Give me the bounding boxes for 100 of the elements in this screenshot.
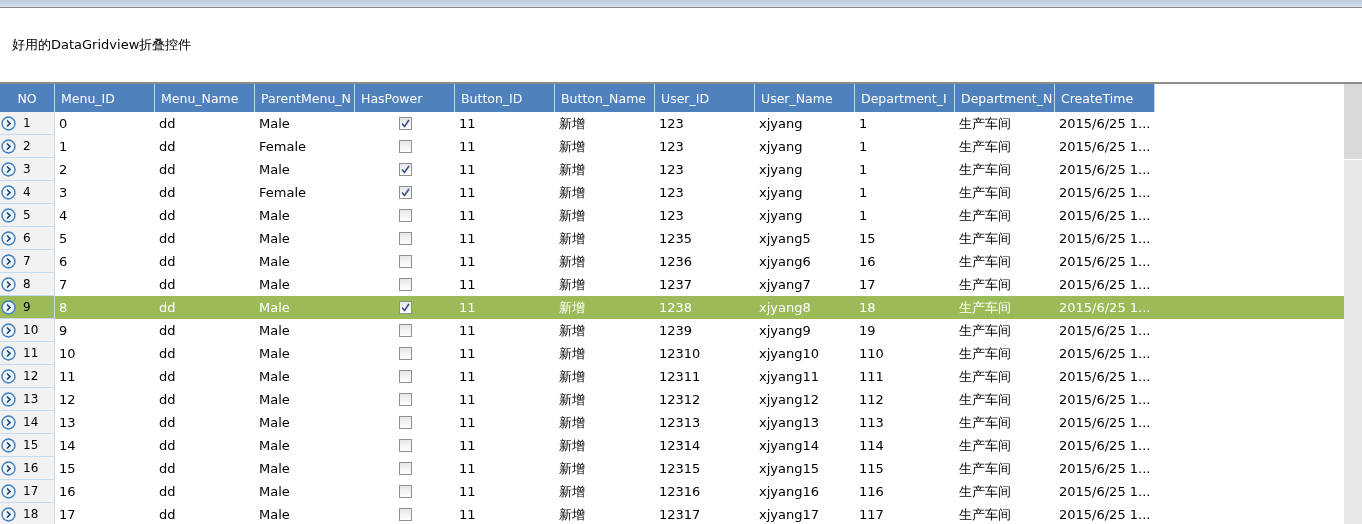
row-number: 16 [23, 461, 39, 475]
expand-icon[interactable] [1, 414, 16, 430]
table-cell: xjyang7 [759, 277, 811, 292]
table-cell: 新增 [559, 229, 585, 248]
table-cell: dd [159, 254, 176, 269]
checkbox[interactable] [399, 140, 412, 153]
column-header[interactable]: Button_ID [455, 84, 555, 112]
expand-icon[interactable] [1, 299, 16, 315]
table-cell: xjyang15 [759, 461, 819, 476]
expand-icon[interactable] [1, 391, 16, 407]
table-row[interactable]: 10 9 dd Male 11 新增 1239 xjyang9 19 生产车间 2015/6/25 1... [0, 319, 1344, 342]
expand-icon[interactable] [1, 184, 16, 200]
form-title: 好用的DataGridview折叠控件 [12, 36, 192, 54]
table-row[interactable]: 14 13 dd Male 11 新增 12313 xjyang13 113 生产车间 2015/6/25 1... [0, 411, 1344, 434]
column-header[interactable]: Department_I [855, 84, 955, 112]
table-cell: xjyang9 [759, 323, 811, 338]
expand-icon[interactable] [1, 322, 16, 338]
column-header[interactable]: Menu_Name [155, 84, 255, 112]
table-cell: 2015/6/25 1... [1059, 185, 1151, 200]
table-cell: xjyang8 [759, 300, 811, 315]
table-cell: 11 [59, 369, 76, 384]
expand-icon[interactable] [1, 230, 16, 246]
table-cell: xjyang13 [759, 415, 819, 430]
table-cell: 生产车间 [959, 298, 1011, 317]
checkbox[interactable] [399, 117, 412, 130]
expand-icon[interactable] [1, 460, 16, 476]
table-row[interactable]: 17 16 dd Male 11 新增 12316 xjyang16 116 生产车间 2015/6/25 1... [0, 480, 1344, 503]
table-cell: 115 [859, 461, 884, 476]
table-cell: Male [259, 438, 290, 453]
table-cell: 2015/6/25 1... [1059, 323, 1151, 338]
expand-icon[interactable] [1, 483, 16, 499]
row-number: 5 [23, 208, 31, 222]
expand-icon[interactable] [1, 345, 16, 361]
table-row[interactable]: 11 10 dd Male 11 新增 12310 xjyang10 110 生产车间 2015/6/25 1... [0, 342, 1344, 365]
table-cell: 新增 [559, 436, 585, 455]
column-header[interactable]: Department_N [955, 84, 1055, 112]
column-header[interactable]: User_Name [755, 84, 855, 112]
row-number: 10 [23, 323, 39, 337]
table-row[interactable]: 5 4 dd Male 11 新增 123 xjyang 1 生产车间 2015/6/25 1... [0, 204, 1344, 227]
column-header[interactable]: Menu_ID [55, 84, 155, 112]
table-cell: 2015/6/25 1... [1059, 461, 1151, 476]
table-row[interactable]: 9 8 dd Male 11 新增 1238 xjyang8 18 生产车间 2015/6/25 1... [0, 296, 1344, 319]
checkbox[interactable] [399, 163, 412, 176]
checkbox[interactable] [399, 301, 412, 314]
checkbox[interactable] [399, 232, 412, 245]
expand-icon[interactable] [1, 506, 16, 522]
checkbox[interactable] [399, 186, 412, 199]
checkbox[interactable] [399, 508, 412, 521]
checkbox[interactable] [399, 278, 412, 291]
table-row[interactable]: 15 14 dd Male 11 新增 12314 xjyang14 114 生产车间 2015/6/25 1... [0, 434, 1344, 457]
expand-icon[interactable] [1, 276, 16, 292]
table-cell: xjyang12 [759, 392, 819, 407]
table-row[interactable]: 6 5 dd Male 11 新增 1235 xjyang5 15 生产车间 2015/6/25 1... [0, 227, 1344, 250]
table-row[interactable]: 3 2 dd Male 11 新增 123 xjyang 1 生产车间 2015/6/25 1... [0, 158, 1344, 181]
table-cell: 生产车间 [959, 459, 1011, 478]
expand-icon[interactable] [1, 207, 16, 223]
checkbox[interactable] [399, 324, 412, 337]
expand-icon[interactable] [1, 115, 16, 131]
table-cell: dd [159, 139, 176, 154]
table-cell: 113 [859, 415, 884, 430]
table-row[interactable]: 4 3 dd Female 11 新增 123 xjyang 1 生产车间 2015/6/25 1... [0, 181, 1344, 204]
checkbox[interactable] [399, 393, 412, 406]
column-header[interactable]: CreateTime [1055, 84, 1155, 112]
table-row[interactable]: 12 11 dd Male 11 新增 12311 xjyang11 111 生产车间 2015/6/25 1... [0, 365, 1344, 388]
checkbox[interactable] [399, 485, 412, 498]
table-cell: dd [159, 116, 176, 131]
table-row[interactable]: 18 17 dd Male 11 新增 12317 xjyang17 117 生产车间 2015/6/25 1... [0, 503, 1344, 524]
table-row[interactable]: 13 12 dd Male 11 新增 12312 xjyang12 112 生产车间 2015/6/25 1... [0, 388, 1344, 411]
table-cell: 123 [659, 208, 684, 223]
checkbox[interactable] [399, 347, 412, 360]
table-cell: Male [259, 484, 290, 499]
checkbox[interactable] [399, 416, 412, 429]
table-row[interactable]: 1 0 dd Male 11 新增 123 xjyang 1 生产车间 2015/6/25 1... [0, 112, 1344, 135]
checkbox[interactable] [399, 462, 412, 475]
row-number: 12 [23, 369, 39, 383]
expand-icon[interactable] [1, 161, 16, 177]
table-cell: 6 [59, 254, 68, 269]
expand-icon[interactable] [1, 368, 16, 384]
checkbox[interactable] [399, 209, 412, 222]
table-row[interactable]: 16 15 dd Male 11 新增 12315 xjyang15 115 生产车间 2015/6/25 1... [0, 457, 1344, 480]
column-header[interactable]: User_ID [655, 84, 755, 112]
column-header[interactable]: HasPower [355, 84, 455, 112]
table-cell: 110 [859, 346, 884, 361]
checkbox[interactable] [399, 255, 412, 268]
checkbox[interactable] [399, 370, 412, 383]
checkbox[interactable] [399, 439, 412, 452]
table-cell: xjyang5 [759, 231, 811, 246]
table-row[interactable]: 2 1 dd Female 11 新增 123 xjyang 1 生产车间 2015/6/25 1... [0, 135, 1344, 158]
expand-icon[interactable] [1, 138, 16, 154]
table-cell: xjyang [759, 116, 803, 131]
scrollbar-thumb[interactable] [1344, 84, 1362, 160]
column-header[interactable]: NO [0, 84, 55, 112]
vertical-scrollbar[interactable] [1344, 84, 1362, 524]
table-row[interactable]: 7 6 dd Male 11 新增 1236 xjyang6 16 生产车间 2015/6/25 1... [0, 250, 1344, 273]
expand-icon[interactable] [1, 253, 16, 269]
column-header[interactable]: ParentMenu_N [255, 84, 355, 112]
expand-icon[interactable] [1, 437, 16, 453]
table-cell: 11 [459, 346, 476, 361]
column-header[interactable]: Button_Name [555, 84, 655, 112]
table-cell: dd [159, 346, 176, 361]
